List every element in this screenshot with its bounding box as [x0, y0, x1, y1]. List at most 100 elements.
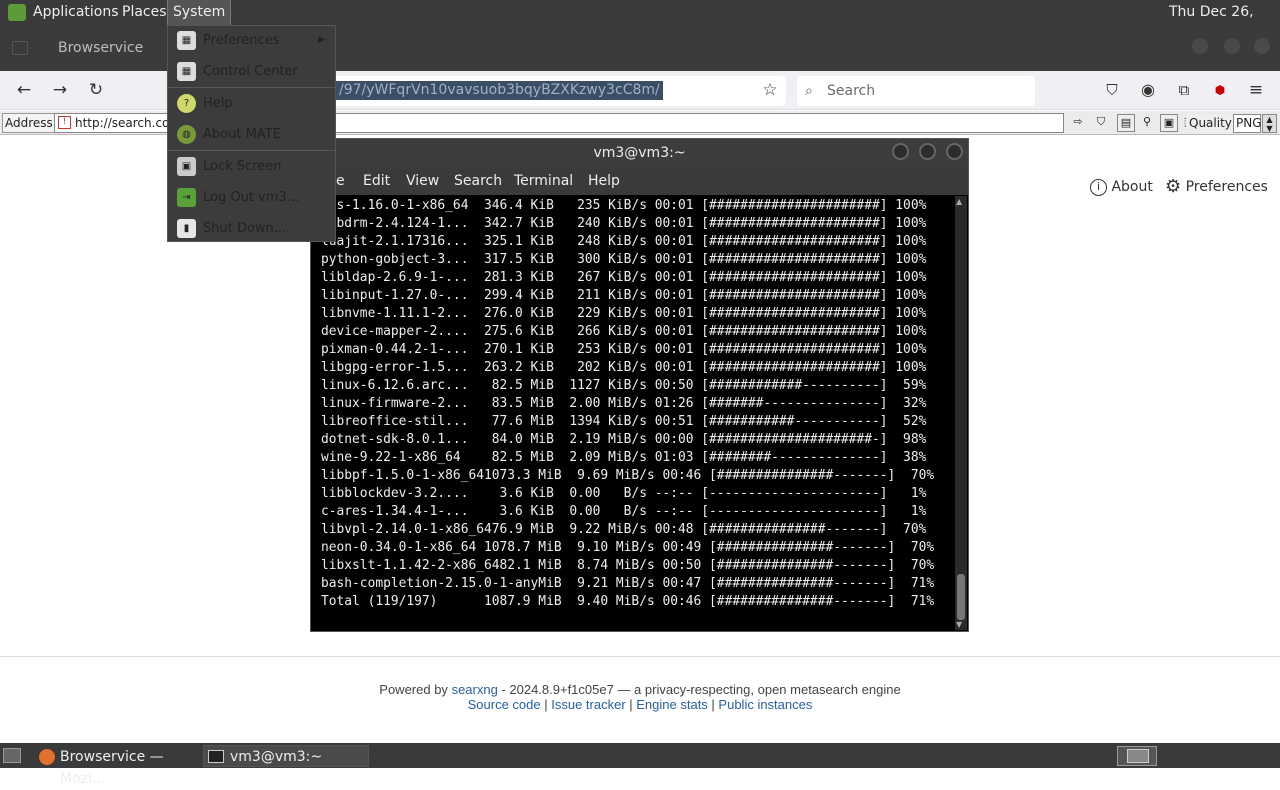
ublock-icon[interactable]: ⬢: [1208, 78, 1232, 102]
scroll-up-arrow-icon[interactable]: ▲: [956, 197, 962, 206]
system-menu-shut-down[interactable]: ▮ Shut Down...: [168, 213, 335, 244]
terminal-minimize-button[interactable]: [892, 143, 909, 160]
footer-powered-by: Powered by searxng - 2024.8.9+f1c05e7 — …: [0, 682, 1280, 697]
menu-places[interactable]: Places: [117, 0, 172, 25]
system-menu-label: Log Out vm3...: [203, 190, 300, 205]
preferences-icon: ▦: [177, 31, 196, 50]
system-menu-log-out[interactable]: ⇥ Log Out vm3...: [168, 182, 335, 213]
terminal-line: dotnet-sdk-8.0.1... 84.0 MiB 2.19 MiB/s …: [321, 432, 927, 447]
footer-links: Source code | Issue tracker | Engine sta…: [0, 697, 1280, 712]
footer-divider: [0, 656, 1280, 657]
taskbar-label: Browservice — Mozi...: [60, 749, 164, 787]
terminal-title[interactable]: vm3@vm3:~: [311, 139, 968, 167]
system-menu-lock-screen[interactable]: ▣ Lock Screen: [168, 151, 335, 182]
close-window-button[interactable]: [1254, 38, 1270, 54]
terminal-maximize-button[interactable]: [919, 143, 936, 160]
tab-list-icon[interactable]: [12, 41, 28, 55]
system-menu-control-center[interactable]: ▦ Control Center: [168, 56, 335, 87]
info-icon: i: [1090, 178, 1107, 196]
terminal-line: bash-completion-2.15.0-1-anyMiB 9.21 MiB…: [321, 576, 935, 591]
find-icon[interactable]: ⚲: [1138, 114, 1156, 132]
footer-separator: |: [707, 697, 719, 712]
show-desktop-icon[interactable]: [3, 748, 21, 763]
page-warning-icon: !: [58, 116, 71, 129]
quality-select[interactable]: PNG: [1233, 114, 1262, 133]
terminal-line: libbpf-1.5.0-1-x86_641073.3 MiB 9.69 MiB…: [321, 468, 935, 483]
terminal-scrollbar-thumb[interactable]: [957, 574, 965, 620]
terminal-line: wine-9.22-1-x86_64 82.5 MiB 2.09 MiB/s 0…: [321, 450, 927, 465]
system-menu-label: About MATE: [203, 127, 281, 142]
top-panel: Applications Places System Thu Dec 26, 0…: [0, 0, 1280, 45]
search-icon: ⌕: [805, 83, 813, 99]
engine-stats-link[interactable]: Engine stats: [636, 697, 708, 712]
menu-applications[interactable]: Applications: [28, 0, 124, 25]
terminal-line: libgpg-error-1.5... 263.2 KiB 202 KiB/s …: [321, 360, 927, 375]
pocket-icon[interactable]: ⛉: [1100, 78, 1124, 102]
preferences-label: Preferences: [1185, 179, 1268, 195]
taskbar-item-browser[interactable]: Browservice — Mozi...: [33, 745, 199, 787]
terminal-menu-search[interactable]: Search: [454, 167, 502, 195]
search-placeholder: Search: [827, 83, 876, 99]
searxng-link[interactable]: searxng: [452, 682, 498, 697]
maximize-window-button[interactable]: [1224, 38, 1240, 54]
system-menu-label: Shut Down...: [203, 221, 287, 236]
issue-tracker-link[interactable]: Issue tracker: [551, 697, 625, 712]
menu-system[interactable]: System: [166, 0, 232, 26]
terminal-line: libvpl-2.14.0-1-x86_6476.9 MiB 9.22 MiB/…: [321, 522, 927, 537]
terminal-line: Total (119/197) 1087.9 MiB 9.40 MiB/s 00…: [321, 594, 935, 609]
terminal-close-button[interactable]: [946, 143, 963, 160]
zoom-icon[interactable]: ▣: [1160, 114, 1178, 132]
terminal-menu-view[interactable]: View: [406, 167, 439, 195]
footer-powered-label: Powered by: [379, 682, 448, 697]
footer-separator: |: [540, 697, 552, 712]
bookmark-icon[interactable]: ⛉: [1092, 114, 1110, 132]
terminal-line: libldap-2.6.9-1-... 281.3 KiB 267 KiB/s …: [321, 270, 927, 285]
terminal-icon: [208, 750, 224, 763]
source-code-link[interactable]: Source code: [468, 697, 541, 712]
terminal-menu-terminal[interactable]: Terminal: [514, 167, 573, 195]
about-link[interactable]: i About: [1090, 177, 1153, 197]
bookmark-star-icon[interactable]: ☆: [758, 78, 782, 102]
system-menu-label: Lock Screen: [203, 159, 282, 174]
system-menu-label: Preferences: [203, 33, 280, 48]
preferences-link[interactable]: ⚙ Preferences: [1165, 177, 1268, 197]
address-value[interactable]: http://search.col: [75, 116, 173, 130]
clock[interactable]: Thu Dec 26, 02:50: [1164, 0, 1280, 45]
terminal-line: libreoffice-stil... 77.6 MiB 1394 KiB/s …: [321, 414, 927, 429]
lock-screen-icon: ▣: [177, 157, 196, 176]
terminal-line: python-gobject-3... 317.5 KiB 300 KiB/s …: [321, 252, 927, 267]
account-icon[interactable]: ◉: [1136, 78, 1160, 102]
forward-icon[interactable]: →: [48, 78, 72, 102]
public-instances-link[interactable]: Public instances: [718, 697, 812, 712]
terminal-line: libinput-1.27.0-... 299.4 KiB 211 KiB/s …: [321, 288, 927, 303]
terminal-line: luajit-2.1.17316... 325.1 KiB 248 KiB/s …: [321, 234, 927, 249]
extensions-icon[interactable]: ⧉: [1172, 78, 1196, 102]
clipboard-icon[interactable]: ▤: [1117, 114, 1135, 132]
terminal-menu-edit[interactable]: Edit: [363, 167, 390, 195]
help-icon: ?: [177, 94, 196, 113]
taskbar-item-terminal[interactable]: vm3@vm3:~: [203, 745, 369, 767]
terminal-line: libdrm-2.4.124-1... 342.7 KiB 240 KiB/s …: [321, 216, 927, 231]
system-menu-preferences[interactable]: ▦ Preferences ▶: [168, 25, 335, 56]
terminal-line: libnvme-1.11.1-2... 276.0 KiB 229 KiB/s …: [321, 306, 927, 321]
search-field[interactable]: ⌕ Search: [797, 76, 1035, 106]
scroll-down-arrow-icon[interactable]: ▼: [956, 620, 962, 629]
footer-version: - 2024.8.9+f1c05e7 — a privacy-respectin…: [501, 682, 901, 697]
hamburger-menu-icon[interactable]: ≡: [1244, 78, 1268, 102]
url-text[interactable]: /97/yWFqrVn10vavsuob3bqyBZXKzwy3cC8m/: [336, 81, 663, 100]
mate-logo-icon[interactable]: [8, 4, 26, 21]
reload-icon[interactable]: ↻: [84, 78, 108, 102]
terminal-menu-file[interactable]: e: [336, 167, 345, 195]
quality-spinner-icon[interactable]: ▲ ▼: [1262, 114, 1277, 133]
system-menu-help[interactable]: ? Help: [168, 88, 335, 119]
terminal-scrollbar[interactable]: [955, 196, 967, 630]
go-icon[interactable]: ⇨: [1069, 114, 1087, 132]
system-menu-about-mate[interactable]: ◍ About MATE: [168, 119, 335, 150]
terminal-line: c-ares-1.34.4-1-... 3.6 KiB 0.00 B/s --:…: [321, 504, 927, 519]
browser-tab[interactable]: Browservice: [46, 33, 168, 63]
terminal-menu-help[interactable]: Help: [588, 167, 620, 195]
terminal-output[interactable]: dus-1.16.0-1-x86_64 346.4 KiB 235 KiB/s …: [321, 197, 955, 622]
back-icon[interactable]: ←: [12, 78, 36, 102]
minimize-window-button[interactable]: [1192, 38, 1208, 54]
workspace-box[interactable]: [1127, 749, 1149, 763]
